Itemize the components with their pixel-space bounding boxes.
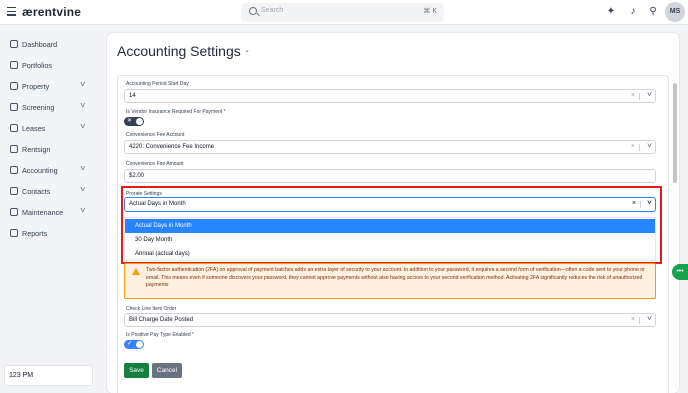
wrench-icon	[10, 208, 18, 216]
conv-fee-amount-label: Convenience Fee Amount	[126, 161, 184, 167]
check-icon: ✓	[127, 341, 133, 347]
prorate-option[interactable]: Annual (actual days)	[125, 247, 655, 261]
prorate-option[interactable]: 30 Day Month	[125, 233, 655, 247]
reports-icon	[10, 229, 18, 237]
conv-fee-amount-input[interactable]: $2.00	[124, 169, 656, 183]
search-icon	[249, 7, 257, 15]
sidebar: Dashboard Portfolios Property v Screenin…	[0, 25, 100, 393]
time-display: 123 PM	[4, 365, 93, 386]
lease-icon	[10, 124, 18, 132]
check-order-label: Check Line Item Order	[126, 306, 177, 312]
hamburger-menu-icon[interactable]	[7, 7, 16, 16]
bell-icon[interactable]: ♪	[627, 6, 639, 18]
chevron-down-icon: v	[80, 81, 86, 88]
user-icon[interactable]: ⚲	[647, 6, 659, 18]
sidebar-item-dashboard[interactable]: Dashboard	[8, 38, 94, 52]
chat-icon[interactable]: •••	[672, 264, 688, 280]
clear-icon[interactable]: ×	[631, 316, 635, 323]
sidebar-item-maintenance[interactable]: Maintenance v	[8, 206, 94, 220]
positive-pay-toggle[interactable]: ✓	[124, 340, 144, 349]
chevron-down-icon: v	[80, 123, 86, 130]
warning-icon	[132, 268, 140, 275]
vendor-insurance-label: Is Vendor Insurance Required For Payment…	[126, 109, 226, 115]
sidebar-item-contacts[interactable]: Contacts v	[8, 185, 94, 199]
clear-icon[interactable]: ×	[631, 92, 635, 99]
search-placeholder: Search	[261, 7, 284, 14]
dollar-icon	[10, 166, 18, 174]
app-logo[interactable]: ærentvine	[22, 5, 81, 19]
pen-icon	[10, 145, 18, 153]
check-order-select[interactable]: Bill Charge Date Posted × v	[124, 313, 656, 327]
cancel-button[interactable]: Cancel	[152, 363, 182, 378]
clear-icon[interactable]: ×	[631, 143, 635, 150]
page-title: Accounting Settings	[117, 43, 241, 59]
sidebar-item-rentsign[interactable]: Rentsign	[8, 143, 94, 157]
folder-icon	[10, 61, 18, 69]
contacts-icon	[10, 187, 18, 195]
clear-icon[interactable]: ×	[632, 200, 636, 207]
warning-text: Two-factor authentication (2FA) on appro…	[146, 267, 645, 289]
sidebar-item-screening[interactable]: Screening v	[8, 101, 94, 115]
chevron-down-icon[interactable]: v	[647, 92, 651, 98]
sparkle-icon[interactable]: ✦	[605, 6, 617, 18]
chevron-down-icon: v	[80, 207, 86, 214]
sidebar-item-accounting[interactable]: Accounting v	[8, 164, 94, 178]
home-icon	[10, 82, 18, 90]
conv-fee-account-select[interactable]: 4220: Convenience Fee Income × v	[124, 140, 656, 154]
chevron-down-icon: v	[80, 186, 86, 193]
chevron-down-icon[interactable]: v	[647, 316, 651, 322]
sidebar-item-leases[interactable]: Leases v	[8, 122, 94, 136]
screening-icon	[10, 103, 18, 111]
avatar[interactable]: MS	[665, 2, 685, 22]
sidebar-item-reports[interactable]: Reports	[8, 227, 94, 241]
prorate-option[interactable]: Actual Days in Month	[125, 219, 655, 233]
positive-pay-label: Is Positive Pay Type Enabled *	[126, 332, 195, 338]
chevron-down-icon[interactable]: v	[647, 200, 651, 206]
period-start-label: Accounting Period Start Day	[126, 81, 189, 87]
top-bar: ærentvine Search ⌘ K ✦ ♪ ⚲ MS	[0, 0, 688, 25]
save-button[interactable]: Save	[124, 363, 149, 378]
chevron-down-icon: v	[80, 102, 86, 109]
chevron-down-icon[interactable]: v	[647, 143, 651, 149]
search-bar[interactable]: Search ⌘ K	[241, 3, 444, 22]
search-shortcut: ⌘ K	[423, 8, 437, 15]
prorate-dropdown-menu: Actual Days in Month 30 Day Month Annual…	[124, 217, 656, 261]
prorate-select[interactable]: Actual Days in Month × v	[124, 197, 656, 212]
period-start-select[interactable]: 14 × v	[124, 89, 656, 103]
sidebar-item-portfolios[interactable]: Portfolios	[8, 59, 94, 73]
settings-card: Accounting Settings ⌄ Accounting Period …	[107, 33, 679, 393]
vendor-insurance-toggle[interactable]: ✕	[124, 117, 144, 126]
scrollbar[interactable]	[673, 83, 677, 183]
sidebar-item-property[interactable]: Property v	[8, 80, 94, 94]
two-factor-warning: Two-factor authentication (2FA) on appro…	[124, 263, 656, 299]
conv-fee-account-label: Convenience Fee Account	[126, 132, 185, 138]
grid-icon	[10, 40, 18, 48]
x-icon: ✕	[127, 118, 133, 124]
chevron-down-icon: v	[80, 165, 86, 172]
chevron-down-icon[interactable]: ⌄	[244, 46, 250, 54]
